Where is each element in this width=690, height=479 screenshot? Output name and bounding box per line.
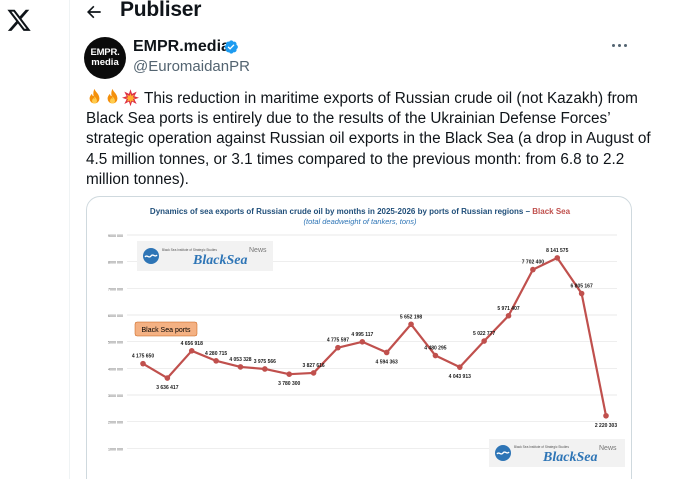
data-point <box>432 352 439 359</box>
tweet-body: This reduction in maritime exports of Ru… <box>86 90 651 188</box>
tweet-text: This reduction in maritime exports of Ru… <box>86 88 656 190</box>
data-point <box>164 375 171 381</box>
data-point <box>530 266 536 273</box>
data-label: 3 780 300 <box>278 381 300 387</box>
data-point <box>408 321 414 328</box>
header-bar: Publiser <box>70 0 690 28</box>
data-label: 4 995 117 <box>351 332 373 338</box>
series-points <box>140 255 609 419</box>
y-tick-label: 9000 000 <box>108 234 123 238</box>
chart-subtitle: (total deadweight of tankers, tons) <box>304 217 417 226</box>
data-label: 4 775 597 <box>327 338 349 344</box>
watermark-news-bottom: News <box>599 445 617 452</box>
data-point <box>213 358 219 364</box>
author-name[interactable]: EMPR.media <box>133 38 230 56</box>
y-tick-label: 7000 000 <box>108 287 123 291</box>
data-point <box>188 348 195 354</box>
y-tick-label: 1000 000 <box>108 447 123 451</box>
watermark-news-top: News <box>249 247 267 254</box>
data-point <box>237 364 244 370</box>
data-label: 4 043 913 <box>449 374 471 380</box>
fire-emoji <box>89 88 100 104</box>
y-tick-label: 8000 000 <box>108 261 123 265</box>
data-point <box>603 412 609 419</box>
chart-legend: Black Sea ports <box>134 321 198 337</box>
data-point <box>335 344 341 351</box>
watermark-name-bottom: BlackSea <box>542 450 597 465</box>
column-divider <box>69 0 70 479</box>
data-label: 5 971 407 <box>497 306 519 312</box>
data-label: 5 022 777 <box>473 331 495 337</box>
chart: 9000 000 8000 000 7000 000 6000 000 5000 000… <box>108 207 625 467</box>
y-axis-labels: 9000 000 8000 000 7000 000 6000 000 5000 000… <box>108 234 123 451</box>
series-line <box>142 256 608 417</box>
data-point <box>262 366 268 372</box>
avatar-text-line-2: media <box>91 57 119 68</box>
data-label: 3 636 417 <box>156 385 178 391</box>
data-label: 8 141 575 <box>546 248 568 254</box>
data-label: 4 280 715 <box>205 351 227 357</box>
watermark-bottom: Black Sea Institute of Strategic Studies… <box>489 439 625 467</box>
explosion-emoji <box>122 89 139 106</box>
tweet-media-chart[interactable]: 9000 000 8000 000 7000 000 6000 000 5000 000… <box>86 196 632 479</box>
data-point <box>554 255 561 261</box>
data-point <box>359 338 366 345</box>
data-label: 2 220 303 <box>595 423 617 429</box>
data-point <box>383 349 390 356</box>
data-point <box>481 338 487 344</box>
back-arrow-icon[interactable] <box>84 2 104 22</box>
data-labels: 4 175 650 3 636 417 4 656 9184 280 7154 05… <box>132 248 617 429</box>
data-point <box>140 360 146 367</box>
series-polyline <box>142 256 608 417</box>
y-tick-label: 4000 000 <box>108 367 123 371</box>
watermark-name-top: BlackSea <box>192 253 247 268</box>
avatar[interactable]: EMPR. media <box>84 37 126 79</box>
x-logo-icon[interactable] <box>6 7 32 33</box>
data-point <box>310 370 317 376</box>
legend-label: Black Sea ports <box>141 327 191 334</box>
data-label: 7 702 400 <box>522 260 544 266</box>
data-label: 4 175 650 <box>132 354 154 360</box>
y-tick-label: 3000 000 <box>108 394 123 398</box>
watermark-institute-bottom: Black Sea Institute of Strategic Studies <box>514 445 569 449</box>
y-tick-label: 6000 000 <box>108 314 123 318</box>
data-point <box>505 312 512 319</box>
y-tick-label: 5000 000 <box>108 341 123 345</box>
data-label: 3 975 566 <box>254 359 276 365</box>
data-label: 4 594 363 <box>376 359 398 365</box>
y-tick-label: 2000 000 <box>108 421 123 425</box>
page-title: Publiser <box>120 0 202 21</box>
data-label: 6 805 167 <box>571 284 593 290</box>
data-label: 5 652 198 <box>400 314 422 320</box>
left-rail <box>0 0 70 479</box>
data-label: 4 656 918 <box>181 341 203 347</box>
author-handle[interactable]: @EuromaidanPR <box>133 58 250 75</box>
watermark-top: Black Sea Institute of Strategic Studies… <box>137 241 273 271</box>
data-label: 3 827 616 <box>302 363 324 369</box>
data-label: 4 053 328 <box>229 357 251 363</box>
verified-badge-icon <box>224 40 238 54</box>
data-point <box>286 371 293 377</box>
chart-title: Dynamics of sea exports of Russian crude… <box>150 207 571 216</box>
data-point <box>456 364 463 370</box>
fire-emoji <box>107 88 118 104</box>
data-point <box>578 290 585 297</box>
more-horizontal-icon[interactable] <box>609 38 629 52</box>
data-label: 4 480 295 <box>424 346 446 352</box>
watermark-institute-top: Black Sea Institute of Strategic Studies <box>162 248 217 252</box>
